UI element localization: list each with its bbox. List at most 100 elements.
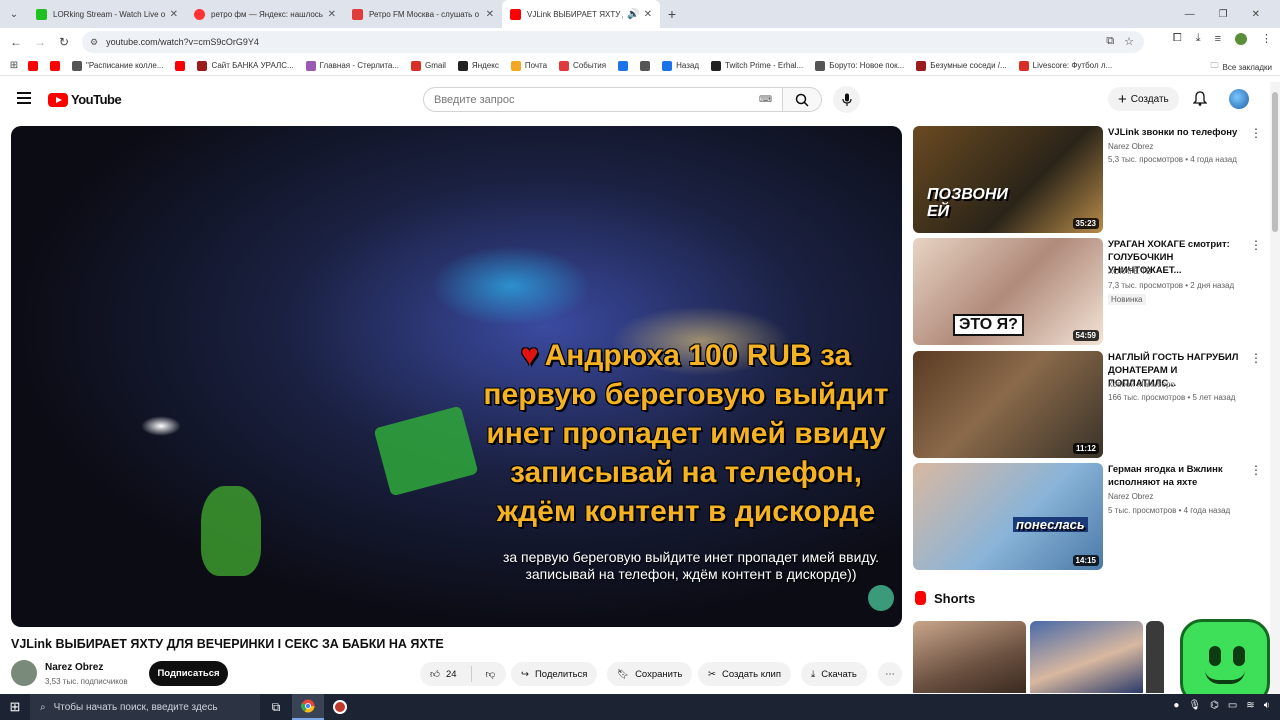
- browser-menu-icon[interactable]: ⋮: [1261, 32, 1272, 45]
- forward-icon[interactable]: →: [28, 35, 52, 49]
- user-avatar[interactable]: [1229, 89, 1249, 109]
- restore-icon[interactable]: ❐: [1219, 9, 1228, 20]
- like-icon[interactable]: 👍︎: [430, 668, 440, 680]
- download-button[interactable]: ⤓ Скачать: [801, 662, 867, 686]
- tray-network-icon[interactable]: ⌬: [1210, 700, 1219, 711]
- shorts-thumbnail[interactable]: [913, 621, 1026, 693]
- all-bookmarks[interactable]: 🗀 Все закладки: [1211, 60, 1272, 74]
- menu-icon[interactable]: [17, 92, 31, 104]
- bookmark-item[interactable]: Яндекс: [457, 60, 499, 71]
- subscribe-button[interactable]: Подписаться: [149, 661, 228, 686]
- recommendation-title[interactable]: Герман ягодка и Вжлинк исполняют на яхте: [1108, 463, 1248, 489]
- search-input[interactable]: Введите запрос ⌨: [423, 87, 783, 112]
- dislike-icon[interactable]: 👎︎: [486, 668, 496, 680]
- bookmark-item[interactable]: [50, 60, 64, 71]
- bookmark-star-icon[interactable]: ☆: [1124, 35, 1134, 48]
- close-icon[interactable]: ✕: [170, 9, 178, 20]
- bookmark-item[interactable]: События: [559, 60, 606, 71]
- notifications-bell-icon[interactable]: [1192, 91, 1208, 109]
- bookmark-item[interactable]: "Расписание колле...: [72, 60, 163, 71]
- site-info-icon[interactable]: ⚙: [90, 37, 98, 48]
- voice-search-button[interactable]: [833, 86, 860, 113]
- recommendation-channel[interactable]: Ковбой Мальборо: [1108, 380, 1175, 389]
- bookmark-item[interactable]: Почта: [510, 60, 547, 71]
- like-count[interactable]: 24: [446, 669, 457, 680]
- more-vertical-icon[interactable]: ⋮: [1250, 127, 1262, 139]
- close-window-icon[interactable]: ✕: [1252, 9, 1260, 20]
- app-taskbar-icon[interactable]: [324, 694, 356, 720]
- more-vertical-icon[interactable]: ⋮: [1250, 239, 1262, 251]
- clip-button[interactable]: ✂ Создать клип: [698, 662, 791, 686]
- recommendation-item[interactable]: ЭТО Я? 54:59 УРАГАН ХОКАГЕ смотрит: ГОЛУ…: [913, 238, 1262, 346]
- recommendation-channel[interactable]: Narez Obrez: [1108, 142, 1153, 151]
- bookmark-item[interactable]: Назад: [662, 60, 699, 71]
- close-icon[interactable]: ✕: [328, 9, 336, 20]
- taskbar-search[interactable]: ⌕ Чтобы начать поиск, введите здесь: [30, 694, 260, 720]
- profile-icon[interactable]: [1235, 32, 1247, 45]
- shorts-thumbnail[interactable]: [1146, 621, 1164, 693]
- close-icon[interactable]: ✕: [644, 9, 652, 20]
- shorts-thumbnail[interactable]: [1030, 621, 1143, 693]
- page-scrollbar[interactable]: [1270, 82, 1280, 694]
- video-thumbnail[interactable]: 11:12: [913, 351, 1103, 458]
- bookmark-item[interactable]: [640, 60, 654, 71]
- search-button[interactable]: [782, 87, 822, 112]
- apps-grid-icon[interactable]: ⊞: [0, 60, 28, 71]
- bookmark-item[interactable]: Twitch Prime - Erhal...: [711, 60, 803, 71]
- bookmark-item[interactable]: Главная - Стерлита...: [305, 60, 399, 71]
- windows-start-icon[interactable]: ⊞: [0, 699, 30, 715]
- new-tab-icon[interactable]: +: [660, 6, 684, 22]
- speaker-icon[interactable]: 🔊: [627, 9, 639, 20]
- scrollbar-thumb[interactable]: [1272, 92, 1278, 232]
- tray-battery-icon[interactable]: ▭: [1228, 700, 1237, 711]
- bookmark-item[interactable]: Безумные соседи /...: [916, 60, 1007, 71]
- more-actions-icon[interactable]: ⋯: [878, 662, 902, 686]
- recommendation-title[interactable]: VJLink звонки по телефону: [1108, 126, 1248, 139]
- minimize-icon[interactable]: —: [1185, 9, 1195, 20]
- bookmark-item[interactable]: [618, 60, 632, 71]
- recommendation-item[interactable]: ПОЗВОНИ ЕЙ 35:23 VJLink звонки по телефо…: [913, 126, 1262, 234]
- recommendation-item[interactable]: 11:12 НАГЛЫЙ ГОСТЬ НАГРУБИЛ ДОНАТЕРАМ И …: [913, 351, 1262, 459]
- browser-tab[interactable]: ретро фм — Яндекс: нашлось ✕: [186, 0, 344, 28]
- bookmark-item[interactable]: [28, 60, 42, 71]
- tray-mic-icon[interactable]: 🎙︎: [1188, 700, 1201, 711]
- reload-icon[interactable]: ↻: [52, 35, 76, 49]
- floating-assistant-button[interactable]: [1180, 619, 1270, 705]
- tray-wifi-icon[interactable]: ≋: [1246, 700, 1254, 711]
- channel-avatar[interactable]: [11, 660, 37, 686]
- back-icon[interactable]: ←: [4, 35, 28, 49]
- video-thumbnail[interactable]: ПОЗВОНИ ЕЙ 35:23: [913, 126, 1103, 233]
- bookmark-item[interactable]: Gmail: [411, 60, 446, 71]
- bookmark-item[interactable]: Livescore: Футбол л...: [1018, 60, 1112, 71]
- download-icon[interactable]: ⤓: [1196, 32, 1201, 45]
- install-app-icon[interactable]: ⧉: [1106, 35, 1114, 48]
- browser-tab[interactable]: Ретро FM Москва - слушать о ✕: [344, 0, 502, 28]
- create-button[interactable]: + Создать: [1108, 87, 1179, 111]
- extensions-icon[interactable]: ⧠: [1173, 32, 1182, 45]
- youtube-logo[interactable]: YouTube: [48, 92, 122, 107]
- save-button[interactable]: 🔖︎ Сохранить: [607, 662, 693, 686]
- channel-watermark-icon[interactable]: [868, 585, 894, 611]
- channel-name[interactable]: Narez Obrez: [45, 662, 103, 673]
- recommendation-channel[interactable]: ХОКАГЕ ТВ: [1108, 267, 1151, 276]
- bookmark-item[interactable]: [175, 60, 189, 71]
- task-view-icon[interactable]: ⧉: [260, 694, 292, 720]
- more-vertical-icon[interactable]: ⋮: [1250, 352, 1262, 364]
- tray-app-icon[interactable]: ●: [1173, 700, 1179, 711]
- bookmark-item[interactable]: Боруто: Новое пок...: [815, 60, 904, 71]
- tab-search-icon[interactable]: ⌄: [0, 0, 28, 28]
- bookmark-item[interactable]: Сайт БАНКА УРАЛС...: [197, 60, 294, 71]
- close-icon[interactable]: ✕: [486, 9, 494, 20]
- address-bar[interactable]: ⚙ youtube.com/watch?v=cmS9cOrG9Y4 ⧉ ☆: [82, 31, 1144, 53]
- chrome-taskbar-icon[interactable]: [292, 694, 324, 720]
- media-icon[interactable]: ≡: [1215, 33, 1221, 45]
- video-thumbnail[interactable]: понеслась 14:15: [913, 463, 1103, 570]
- tray-volume-icon[interactable]: 🔉︎: [1264, 700, 1270, 711]
- recommendation-item[interactable]: понеслась 14:15 Герман ягодка и Вжлинк и…: [913, 463, 1262, 571]
- keyboard-icon[interactable]: ⌨: [759, 94, 772, 105]
- recommendation-channel[interactable]: Narez Obrez: [1108, 492, 1153, 501]
- video-thumbnail[interactable]: ЭТО Я? 54:59: [913, 238, 1103, 345]
- browser-tab-active[interactable]: VJLink ВЫБИРАЕТ ЯХТУ ДЛ 🔊 ✕: [502, 0, 660, 28]
- video-player[interactable]: ♥ Андрюха 100 RUB за первую береговую вый…: [11, 126, 902, 627]
- share-button[interactable]: ↪ Поделиться: [511, 662, 598, 686]
